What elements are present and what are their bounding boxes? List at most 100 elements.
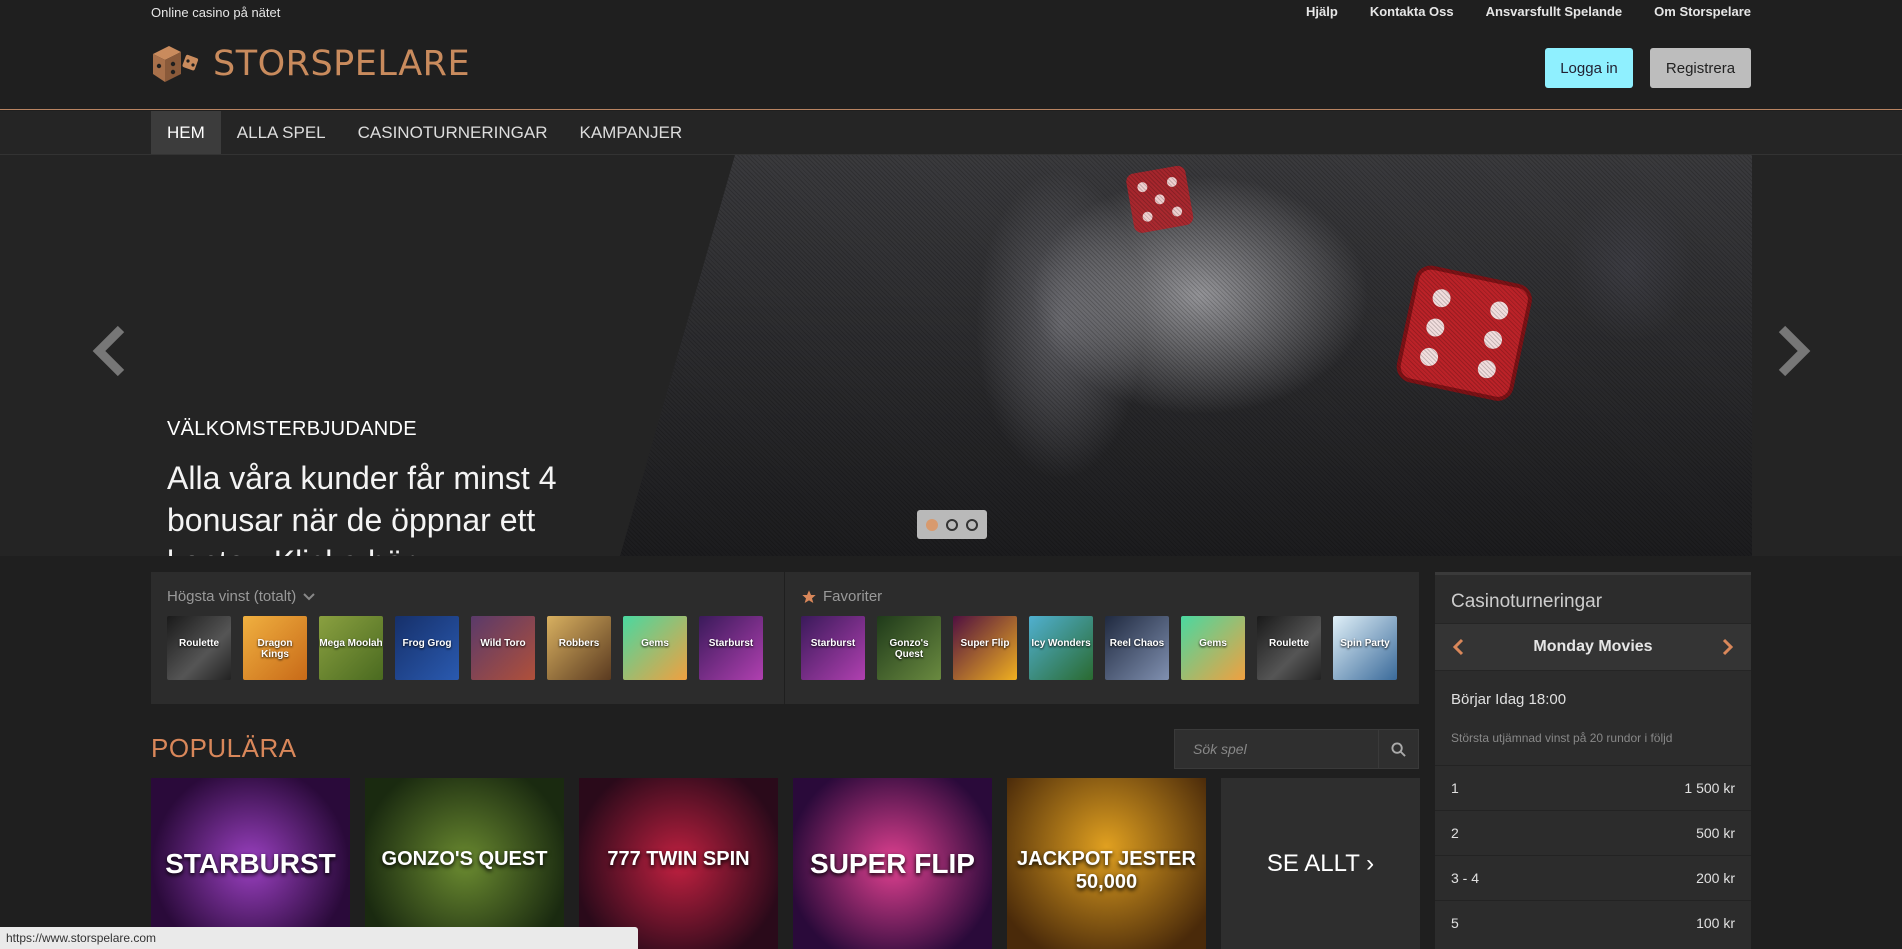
popular-title: POPULÄRA [151, 733, 297, 763]
game-thumbnail-label: Dragon Kings [257, 638, 293, 660]
prize-row: 2 500 kr [1435, 810, 1751, 855]
search-icon [1391, 741, 1406, 757]
game-thumbnail[interactable]: Mega Moolah [319, 616, 383, 680]
game-thumbnail-label: Frog Grog [402, 638, 452, 649]
game-thumbnail[interactable]: Gems [623, 616, 687, 680]
tournament-description: Största utjämnad vinst på 20 rundor i fö… [1451, 731, 1673, 745]
nav-item-campaigns[interactable]: KAMPANJER [563, 111, 698, 154]
prize-rank: 2 [1451, 825, 1459, 841]
game-thumbnail[interactable]: Starburst [801, 616, 865, 680]
popular-game-title: JACKPOT JESTER 50,000 [1017, 848, 1196, 893]
game-search [1174, 729, 1419, 769]
game-thumbnail[interactable]: Roulette [167, 616, 231, 680]
contact-link[interactable]: Kontakta Oss [1370, 4, 1454, 19]
prize-row: 1 1 500 kr [1435, 765, 1751, 810]
tagline: Online casino på nätet [151, 5, 281, 20]
popular-game-title: STARBURST [165, 848, 336, 879]
game-thumbnail[interactable]: Dragon Kings [243, 616, 307, 680]
game-thumbnail[interactable]: Icy Wonders [1029, 616, 1093, 680]
page: Online casino på nätet Hjälp Kontakta Os… [0, 0, 1902, 949]
hero-title-link[interactable]: Alla våra kunder får minst 4 bonusar när… [167, 457, 597, 556]
status-bar-url: https://www.storspelare.com [0, 927, 638, 949]
popular-game-title: GONZO'S QUEST [381, 848, 548, 870]
register-button[interactable]: Registrera [1650, 48, 1751, 88]
popular-game-card[interactable]: SUPER FLIP [793, 778, 992, 949]
prize-rank: 3 - 4 [1451, 870, 1480, 886]
favorites-header: Favoriter [801, 588, 882, 605]
game-thumbnail[interactable]: Gems [1181, 616, 1245, 680]
carousel-dot-3[interactable] [966, 518, 978, 531]
responsible-gaming-link[interactable]: Ansvarsfullt Spelande [1486, 4, 1623, 19]
game-thumbnail-label: Gems [1199, 638, 1227, 649]
tournaments-title: Casinoturneringar [1451, 591, 1603, 612]
popular-game-card[interactable]: JACKPOT JESTER 50,000 [1007, 778, 1206, 949]
game-thumbnail[interactable]: Robbers [547, 616, 611, 680]
game-thumbnail[interactable]: Wild Toro [471, 616, 535, 680]
prize-row: 3 - 4 200 kr [1435, 855, 1751, 900]
top-bar: Online casino på nätet Hjälp Kontakta Os… [0, 0, 1902, 110]
dice-logo-icon [153, 46, 199, 82]
game-thumbnail[interactable]: Spin Party [1333, 616, 1397, 680]
favorites-section: Favoriter Starburst Gonzo's Quest Super Fl… [801, 572, 1401, 704]
tournament-selector: Monday Movies [1435, 623, 1751, 671]
tournament-start: Börjar Idag 18:00 [1451, 691, 1567, 708]
tournament-name: Monday Movies [1533, 638, 1653, 655]
game-thumbnail[interactable]: Super Flip [953, 616, 1017, 680]
game-thumbnail-label: Gonzo's Quest [889, 638, 929, 660]
games-panel: Högsta vinst (totalt) Roulette Dragon Kin… [151, 572, 1419, 704]
game-thumbnail-label: Roulette [1269, 638, 1309, 649]
prize-row: 5 100 kr [1435, 900, 1751, 945]
prize-amount: 1 500 kr [1684, 780, 1735, 796]
carousel-dots [917, 510, 987, 539]
prize-amount: 100 kr [1696, 915, 1735, 931]
prize-rank: 1 [1451, 780, 1459, 796]
carousel-dot-2[interactable] [946, 518, 958, 531]
popular-game-title: 777 TWIN SPIN [607, 848, 750, 870]
carousel-next-icon[interactable] [1772, 325, 1812, 377]
game-thumbnail[interactable]: Reel Chaos [1105, 616, 1169, 680]
hero-subtitle: VÄLKOMSTERBJUDANDE [167, 418, 417, 440]
carousel-dot-1[interactable] [926, 518, 938, 531]
game-thumbnail[interactable]: Starburst [699, 616, 763, 680]
tournament-next-icon[interactable] [1721, 637, 1735, 657]
logo-text: STORSPELARE [213, 44, 471, 84]
nav-item-all-games[interactable]: ALLA SPEL [221, 111, 342, 154]
favorites-thumbnails: Starburst Gonzo's Quest Super Flip Icy Wond… [801, 616, 1397, 680]
see-all-button[interactable]: SE ALLT › [1221, 778, 1420, 949]
nav-item-home[interactable]: HEM [151, 111, 221, 154]
hero-carousel: VÄLKOMSTERBJUDANDE Alla våra kunder får … [0, 155, 1902, 556]
favorites-title: Favoriter [823, 588, 883, 605]
hero-image [620, 155, 1752, 556]
carousel-prev-icon[interactable] [91, 325, 131, 377]
search-button[interactable] [1378, 730, 1418, 768]
logo[interactable]: STORSPELARE [151, 42, 470, 86]
nav-item-tournaments[interactable]: CASINOTURNERINGAR [342, 111, 564, 154]
game-thumbnail[interactable]: Roulette [1257, 616, 1321, 680]
prize-amount: 500 kr [1696, 825, 1735, 841]
winners-dropdown[interactable]: Högsta vinst (totalt) [167, 588, 316, 605]
game-thumbnail[interactable]: Frog Grog [395, 616, 459, 680]
winners-thumbnails: Roulette Dragon Kings Mega Moolah Frog Grog… [167, 616, 763, 680]
popular-game-card[interactable]: STARBURST [151, 778, 350, 949]
dice-image [1126, 165, 1532, 401]
game-thumbnail-label: Starburst [810, 638, 856, 649]
help-link[interactable]: Hjälp [1306, 4, 1338, 19]
popular-game-title: SUPER FLIP [810, 848, 975, 879]
star-icon [802, 589, 816, 603]
about-link[interactable]: Om Storspelare [1654, 4, 1751, 19]
game-thumbnail-label: Icy Wonders [1031, 638, 1091, 649]
login-button[interactable]: Logga in [1545, 48, 1633, 88]
prize-amount: 200 kr [1696, 870, 1735, 886]
popular-game-card[interactable]: GONZO'S QUEST [365, 778, 564, 949]
game-thumbnail-label: Robbers [558, 638, 600, 649]
panel-divider [784, 572, 785, 704]
prize-rank: 5 [1451, 915, 1459, 931]
tournaments-widget: Casinoturneringar Monday Movies Börjar I… [1435, 572, 1751, 949]
game-thumbnail-label: Spin Party [1340, 638, 1390, 649]
popular-games: STARBURST GONZO'S QUEST 777 TWIN SPIN SUPER… [151, 778, 1420, 949]
popular-game-card[interactable]: 777 TWIN SPIN [579, 778, 778, 949]
search-input[interactable] [1175, 730, 1380, 768]
game-thumbnail-label: Mega Moolah [319, 638, 383, 649]
game-thumbnail[interactable]: Gonzo's Quest [877, 616, 941, 680]
game-thumbnail-label: Wild Toro [480, 638, 526, 649]
